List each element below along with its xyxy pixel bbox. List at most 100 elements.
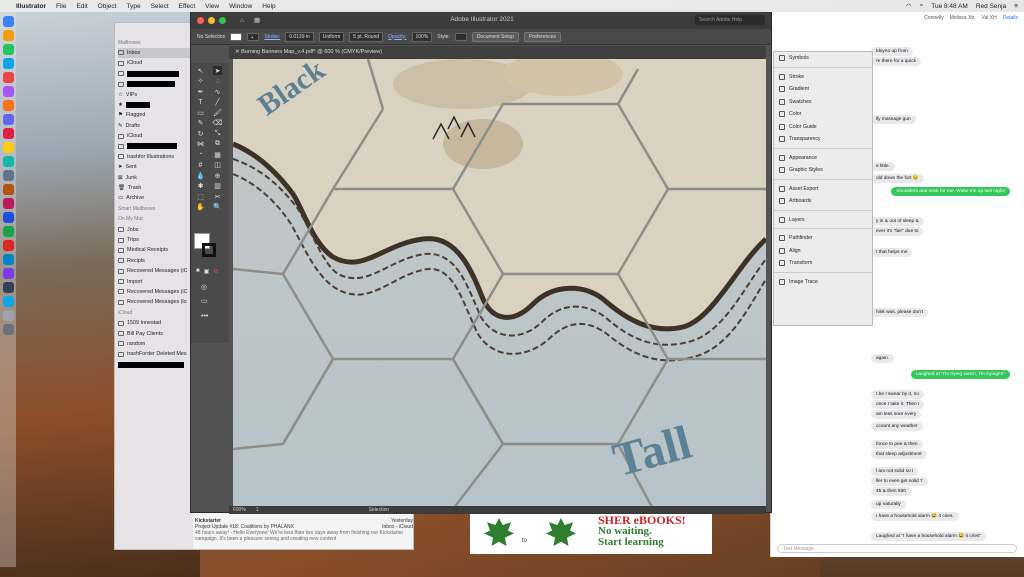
message-bubble[interactable]: once I take it. Then I bbox=[871, 400, 925, 409]
screen-mode-icon[interactable]: ▭ bbox=[201, 297, 208, 305]
folder-import[interactable]: Import bbox=[118, 276, 190, 286]
perspective-grid-icon[interactable]: ▦ bbox=[213, 150, 222, 159]
panel-stroke[interactable]: Stroke bbox=[774, 71, 872, 84]
artboard-tool-icon[interactable]: ⬚ bbox=[196, 192, 205, 201]
artboard-canvas[interactable]: Black Tall bbox=[233, 59, 766, 509]
scale-tool-icon[interactable]: ⤡ bbox=[213, 129, 222, 138]
message-bubble[interactable]: lly massage gun bbox=[871, 115, 916, 124]
menu-file[interactable]: File bbox=[56, 3, 66, 10]
line-tool-icon[interactable]: ╱ bbox=[213, 98, 222, 107]
mailbox-vip-redacted[interactable]: ★ bbox=[118, 100, 190, 110]
ebook-ad-banner[interactable]: to SHER eBOOKS! No waiting. Start learnin… bbox=[470, 510, 712, 554]
message-list-item[interactable]: Kickstarter Yesterday Project Update #18:… bbox=[195, 518, 413, 542]
zoom-level[interactable]: 600% bbox=[233, 507, 246, 513]
mailbox-vips[interactable]: ☆ VIPs bbox=[118, 89, 190, 99]
illustrator-icon[interactable] bbox=[2, 184, 14, 195]
color-mode-icon[interactable]: ■ bbox=[196, 268, 200, 275]
message-bubble[interactable]: ldoyno up from bbox=[871, 47, 913, 56]
panel-pathfinder[interactable]: Pathfinder bbox=[774, 232, 872, 245]
panel-artboards[interactable]: Artboards bbox=[774, 195, 872, 208]
mailbox-drafts[interactable]: ✎ Drafts bbox=[118, 121, 190, 131]
pencil-icon[interactable]: ✎ bbox=[196, 119, 205, 128]
stroke-weight-field[interactable]: 0.0139 in bbox=[285, 31, 314, 42]
column-graph-icon[interactable]: ▥ bbox=[213, 182, 222, 191]
artboard-number[interactable]: 1 bbox=[256, 507, 259, 513]
acrobat-icon[interactable] bbox=[2, 240, 14, 251]
message-bubble[interactable]: Laughed at "I have a household alarm 😂 i… bbox=[871, 532, 987, 541]
message-bubble[interactable]: ccount any weather bbox=[871, 422, 923, 431]
folder-random[interactable]: random bbox=[118, 339, 190, 349]
zoom-tool-icon[interactable]: 🔍 bbox=[213, 203, 222, 212]
fill-swatch[interactable] bbox=[230, 32, 243, 41]
folder-innestad[interactable]: 1509 Innestad bbox=[118, 318, 190, 328]
steam-icon[interactable] bbox=[2, 282, 14, 293]
panel-align[interactable]: Align bbox=[774, 245, 872, 258]
mailbox-redacted-2[interactable] bbox=[118, 79, 190, 89]
panel-image-trace[interactable]: Image Trace bbox=[774, 276, 872, 289]
mailbox-trash[interactable]: 🗑 Trash bbox=[118, 183, 190, 193]
indesign-icon[interactable] bbox=[2, 198, 14, 209]
slice-tool-icon[interactable]: ✂ bbox=[213, 192, 222, 201]
message-bubble[interactable]: old down the fort 😉 bbox=[871, 174, 924, 183]
message-bubble[interactable]: I have a household alarm 😂 it cries. bbox=[871, 512, 959, 521]
width-tool-icon[interactable]: ⋈ bbox=[196, 140, 205, 149]
none-mode-icon[interactable]: ⊘ bbox=[213, 268, 218, 275]
trash-icon[interactable] bbox=[2, 324, 14, 335]
message-bubble[interactable]: hink was, please don't bbox=[871, 308, 929, 317]
messages-icon[interactable] bbox=[2, 44, 14, 55]
variable-width-profile[interactable]: Uniform bbox=[318, 31, 345, 42]
eraser-icon[interactable]: ⌫ bbox=[213, 119, 223, 128]
safari-icon[interactable] bbox=[2, 58, 14, 69]
stroke-swatch[interactable]: ▪ bbox=[247, 32, 260, 41]
menu-object[interactable]: Object bbox=[98, 3, 117, 10]
pen-tool-icon[interactable]: ✒ bbox=[196, 87, 205, 96]
message-bubble[interactable]: t that helps me bbox=[871, 248, 913, 257]
tab-close-icon[interactable]: ✕ bbox=[235, 49, 240, 55]
direct-selection-tool-icon[interactable]: ↖ bbox=[196, 66, 205, 75]
control-center-icon[interactable]: ≡ bbox=[1014, 3, 1018, 10]
app-store-icon[interactable] bbox=[2, 296, 14, 307]
style-swatch[interactable] bbox=[454, 32, 467, 41]
message-bubble[interactable]: up naturally bbox=[871, 500, 906, 509]
more-tools-icon[interactable]: ••• bbox=[201, 313, 208, 320]
folder-recipts[interactable]: Recipts bbox=[118, 256, 190, 266]
draw-mode-icon[interactable]: ◎ bbox=[201, 283, 207, 291]
message-bubble[interactable]: l am not solid so I bbox=[871, 467, 919, 476]
lasso-icon[interactable]: ◌ bbox=[213, 77, 222, 86]
launchpad-icon[interactable] bbox=[2, 30, 14, 41]
account-redacted[interactable] bbox=[118, 360, 190, 370]
gradient-tool-icon[interactable]: ◫ bbox=[213, 161, 222, 170]
panel-gradient[interactable]: Gradient bbox=[774, 83, 872, 96]
panel-appearance[interactable]: Appearance bbox=[774, 152, 872, 165]
panel-color-guide[interactable]: Color Guide bbox=[774, 121, 872, 134]
mailbox-junk[interactable]: ⊠ Junk bbox=[118, 172, 190, 182]
message-bubble[interactable]: am less sore every bbox=[871, 410, 922, 419]
message-bubble[interactable]: that sleep adjustment bbox=[871, 450, 927, 459]
search-icon[interactable]: ⌕ bbox=[920, 2, 924, 10]
magic-wand-icon[interactable]: ✧ bbox=[196, 77, 205, 86]
message-bubble[interactable]: again. bbox=[871, 354, 895, 363]
shape-builder-icon[interactable]: ◔ bbox=[196, 150, 205, 159]
panel-layers[interactable]: Layers bbox=[774, 214, 872, 227]
details-button[interactable]: Details bbox=[1003, 15, 1018, 21]
type-tool-icon[interactable]: T bbox=[196, 98, 205, 107]
opacity-field[interactable]: 100% bbox=[411, 31, 433, 42]
folder-recovered-3[interactable]: Recovered Messages (lo bbox=[118, 297, 190, 307]
message-input[interactable]: Text Message bbox=[777, 544, 1017, 553]
maps-icon[interactable] bbox=[2, 156, 14, 167]
numbers-icon[interactable] bbox=[2, 226, 14, 237]
message-bubble[interactable]: Shoulders and neck for me. Woke me up la… bbox=[891, 187, 1010, 196]
menu-user[interactable]: Red Senja bbox=[976, 3, 1006, 10]
menu-app-name[interactable]: Illustrator bbox=[16, 3, 46, 10]
panel-color[interactable]: Color bbox=[774, 108, 872, 121]
mailbox-inbox[interactable]: Inbox bbox=[118, 47, 190, 59]
menu-edit[interactable]: Edit bbox=[76, 3, 87, 10]
folder-trips[interactable]: Trips bbox=[118, 235, 190, 245]
opacity-label[interactable]: Opacity: bbox=[388, 34, 406, 40]
discord-icon[interactable] bbox=[2, 268, 14, 279]
preferences-button[interactable]: Preferences bbox=[524, 31, 562, 42]
message-bubble[interactable]: t be I swear by it, no bbox=[871, 390, 924, 399]
mesh-tool-icon[interactable]: # bbox=[196, 161, 205, 170]
music-icon[interactable] bbox=[2, 128, 14, 139]
folder-medical-receipts[interactable]: Medical Receipts bbox=[118, 245, 190, 255]
